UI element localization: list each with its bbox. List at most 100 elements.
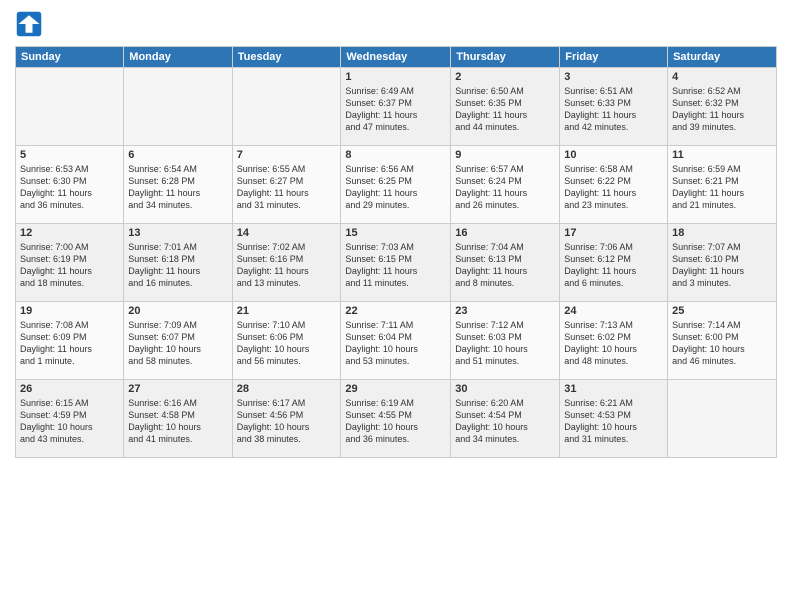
page: SundayMondayTuesdayWednesdayThursdayFrid… [0, 0, 792, 612]
day-info: Sunrise: 7:07 AM Sunset: 6:10 PM Dayligh… [672, 241, 772, 290]
day-number: 8 [345, 149, 446, 161]
day-info: Sunrise: 6:15 AM Sunset: 4:59 PM Dayligh… [20, 397, 119, 446]
weekday-header-wednesday: Wednesday [341, 47, 451, 68]
day-number: 27 [128, 383, 227, 395]
calendar-cell: 1Sunrise: 6:49 AM Sunset: 6:37 PM Daylig… [341, 68, 451, 146]
day-info: Sunrise: 7:11 AM Sunset: 6:04 PM Dayligh… [345, 319, 446, 368]
logo-icon [15, 10, 43, 38]
day-number: 11 [672, 149, 772, 161]
weekday-header-tuesday: Tuesday [232, 47, 341, 68]
calendar-cell [124, 68, 232, 146]
calendar-cell: 8 Sunrise: 6:56 AM Sunset: 6:25 PM Daylig… [341, 146, 451, 224]
day-info: Sunrise: 7:04 AM Sunset: 6:13 PM Dayligh… [455, 241, 555, 290]
day-info: Sunrise: 7:02 AM Sunset: 6:16 PM Dayligh… [237, 241, 337, 290]
calendar-cell: 29Sunrise: 6:19 AM Sunset: 4:55 PM Dayli… [341, 380, 451, 458]
weekday-header-monday: Monday [124, 47, 232, 68]
calendar-cell: 24Sunrise: 7:13 AM Sunset: 6:02 PM Dayli… [560, 302, 668, 380]
day-info: Sunrise: 6:20 AM Sunset: 4:54 PM Dayligh… [455, 397, 555, 446]
day-number: 18 [672, 227, 772, 239]
weekday-header-row: SundayMondayTuesdayWednesdayThursdayFrid… [16, 47, 777, 68]
calendar-week-row: 5 Sunrise: 6:53 AM Sunset: 6:30 PM Daylig… [16, 146, 777, 224]
calendar-cell: 26 Sunrise: 6:15 AM Sunset: 4:59 PM Dayli… [16, 380, 124, 458]
calendar-cell: 14 Sunrise: 7:02 AM Sunset: 6:16 PM Dayli… [232, 224, 341, 302]
day-info: Sunrise: 6:58 AM Sunset: 6:22 PM Dayligh… [564, 163, 663, 212]
day-number: 22 [345, 305, 446, 317]
day-info: Sunrise: 7:06 AM Sunset: 6:12 PM Dayligh… [564, 241, 663, 290]
calendar-cell: 10 Sunrise: 6:58 AM Sunset: 6:22 PM Dayli… [560, 146, 668, 224]
calendar-week-row: 12 Sunrise: 7:00 AM Sunset: 6:19 PM Dayli… [16, 224, 777, 302]
day-number: 14 [237, 227, 337, 239]
day-number: 3 [564, 71, 663, 83]
day-number: 16 [455, 227, 555, 239]
day-number: 6 [128, 149, 227, 161]
calendar-cell: 20Sunrise: 7:09 AM Sunset: 6:07 PM Dayli… [124, 302, 232, 380]
day-info: Sunrise: 6:56 AM Sunset: 6:25 PM Dayligh… [345, 163, 446, 212]
calendar-week-row: 26 Sunrise: 6:15 AM Sunset: 4:59 PM Dayli… [16, 380, 777, 458]
calendar-cell: 5 Sunrise: 6:53 AM Sunset: 6:30 PM Daylig… [16, 146, 124, 224]
day-info: Sunrise: 6:17 AM Sunset: 4:56 PM Dayligh… [237, 397, 337, 446]
day-info: Sunrise: 7:14 AM Sunset: 6:00 PM Dayligh… [672, 319, 772, 368]
day-number: 30 [455, 383, 555, 395]
calendar-cell: 12 Sunrise: 7:00 AM Sunset: 6:19 PM Dayli… [16, 224, 124, 302]
calendar-cell: 19 Sunrise: 7:08 AM Sunset: 6:09 PM Dayli… [16, 302, 124, 380]
calendar-cell: 6 Sunrise: 6:54 AM Sunset: 6:28 PM Daylig… [124, 146, 232, 224]
day-number: 9 [455, 149, 555, 161]
day-info: Sunrise: 6:21 AM Sunset: 4:53 PM Dayligh… [564, 397, 663, 446]
calendar-cell: 4Sunrise: 6:52 AM Sunset: 6:32 PM Daylig… [668, 68, 777, 146]
day-info: Sunrise: 7:12 AM Sunset: 6:03 PM Dayligh… [455, 319, 555, 368]
day-number: 25 [672, 305, 772, 317]
day-info: Sunrise: 6:16 AM Sunset: 4:58 PM Dayligh… [128, 397, 227, 446]
day-number: 26 [20, 383, 119, 395]
day-info: Sunrise: 7:01 AM Sunset: 6:18 PM Dayligh… [128, 241, 227, 290]
day-number: 15 [345, 227, 446, 239]
calendar-cell: 25 Sunrise: 7:14 AM Sunset: 6:00 PM Dayli… [668, 302, 777, 380]
day-info: Sunrise: 7:03 AM Sunset: 6:15 PM Dayligh… [345, 241, 446, 290]
weekday-header-thursday: Thursday [451, 47, 560, 68]
day-info: Sunrise: 6:59 AM Sunset: 6:21 PM Dayligh… [672, 163, 772, 212]
calendar-cell: 16 Sunrise: 7:04 AM Sunset: 6:13 PM Dayli… [451, 224, 560, 302]
day-number: 17 [564, 227, 663, 239]
calendar-week-row: 1Sunrise: 6:49 AM Sunset: 6:37 PM Daylig… [16, 68, 777, 146]
calendar-cell: 28 Sunrise: 6:17 AM Sunset: 4:56 PM Dayli… [232, 380, 341, 458]
calendar-cell: 13Sunrise: 7:01 AM Sunset: 6:18 PM Dayli… [124, 224, 232, 302]
day-number: 23 [455, 305, 555, 317]
weekday-header-friday: Friday [560, 47, 668, 68]
day-number: 31 [564, 383, 663, 395]
day-info: Sunrise: 6:49 AM Sunset: 6:37 PM Dayligh… [345, 85, 446, 134]
day-number: 19 [20, 305, 119, 317]
day-info: Sunrise: 7:10 AM Sunset: 6:06 PM Dayligh… [237, 319, 337, 368]
header [15, 10, 777, 38]
day-info: Sunrise: 6:53 AM Sunset: 6:30 PM Dayligh… [20, 163, 119, 212]
day-number: 21 [237, 305, 337, 317]
day-number: 5 [20, 149, 119, 161]
calendar-cell: 22 Sunrise: 7:11 AM Sunset: 6:04 PM Dayli… [341, 302, 451, 380]
day-info: Sunrise: 6:50 AM Sunset: 6:35 PM Dayligh… [455, 85, 555, 134]
calendar-cell [668, 380, 777, 458]
calendar-cell: 7Sunrise: 6:55 AM Sunset: 6:27 PM Daylig… [232, 146, 341, 224]
day-info: Sunrise: 7:09 AM Sunset: 6:07 PM Dayligh… [128, 319, 227, 368]
day-info: Sunrise: 7:00 AM Sunset: 6:19 PM Dayligh… [20, 241, 119, 290]
day-number: 12 [20, 227, 119, 239]
day-info: Sunrise: 6:54 AM Sunset: 6:28 PM Dayligh… [128, 163, 227, 212]
day-number: 28 [237, 383, 337, 395]
day-number: 4 [672, 71, 772, 83]
calendar-cell: 31 Sunrise: 6:21 AM Sunset: 4:53 PM Dayli… [560, 380, 668, 458]
calendar-cell: 27 Sunrise: 6:16 AM Sunset: 4:58 PM Dayli… [124, 380, 232, 458]
calendar-cell: 9 Sunrise: 6:57 AM Sunset: 6:24 PM Daylig… [451, 146, 560, 224]
calendar-cell: 3 Sunrise: 6:51 AM Sunset: 6:33 PM Daylig… [560, 68, 668, 146]
day-number: 2 [455, 71, 555, 83]
weekday-header-sunday: Sunday [16, 47, 124, 68]
calendar-week-row: 19 Sunrise: 7:08 AM Sunset: 6:09 PM Dayli… [16, 302, 777, 380]
calendar-cell: 23 Sunrise: 7:12 AM Sunset: 6:03 PM Dayli… [451, 302, 560, 380]
day-info: Sunrise: 7:13 AM Sunset: 6:02 PM Dayligh… [564, 319, 663, 368]
calendar-cell: 21 Sunrise: 7:10 AM Sunset: 6:06 PM Dayli… [232, 302, 341, 380]
logo [15, 10, 47, 38]
day-info: Sunrise: 6:57 AM Sunset: 6:24 PM Dayligh… [455, 163, 555, 212]
day-info: Sunrise: 7:08 AM Sunset: 6:09 PM Dayligh… [20, 319, 119, 368]
calendar-cell: 30 Sunrise: 6:20 AM Sunset: 4:54 PM Dayli… [451, 380, 560, 458]
day-info: Sunrise: 6:51 AM Sunset: 6:33 PM Dayligh… [564, 85, 663, 134]
calendar-cell: 11 Sunrise: 6:59 AM Sunset: 6:21 PM Dayli… [668, 146, 777, 224]
day-number: 10 [564, 149, 663, 161]
calendar-cell: 18 Sunrise: 7:07 AM Sunset: 6:10 PM Dayli… [668, 224, 777, 302]
calendar-cell: 2 Sunrise: 6:50 AM Sunset: 6:35 PM Daylig… [451, 68, 560, 146]
